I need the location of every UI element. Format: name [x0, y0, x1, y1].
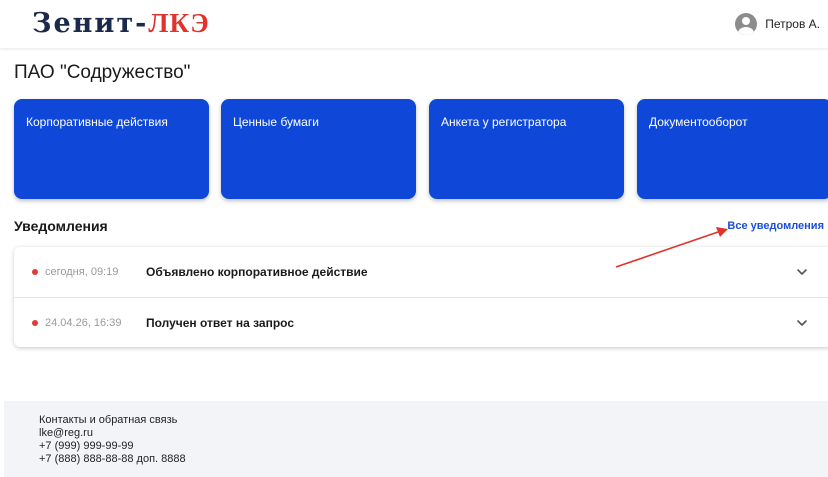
all-notifications-link[interactable]: Все уведомления	[727, 220, 824, 232]
footer-phone-2[interactable]: +7 (888) 888-88-88 доп. 8888	[39, 453, 828, 466]
tile-corporate-actions[interactable]: Корпоративные действия	[14, 99, 209, 199]
chevron-down-icon[interactable]	[796, 266, 808, 278]
footer-phone-1[interactable]: +7 (999) 999-99-99	[39, 440, 828, 453]
notification-text: Получен ответ на запрос	[146, 316, 295, 330]
notifications-list: сегодня, 09:19 Объявлено корпоративное д…	[14, 247, 828, 347]
user-avatar-icon[interactable]	[735, 13, 758, 35]
top-header: Зенит-ЛКЭ Петров А.	[0, 0, 828, 48]
footer-contacts: Контакты и обратная связь lke@reg.ru +7 …	[4, 401, 828, 477]
logo-text-lke: ЛКЭ	[148, 8, 210, 38]
tile-registrar-form[interactable]: Анкета у регистратора	[429, 99, 624, 199]
notification-row[interactable]: сегодня, 09:19 Объявлено корпоративное д…	[14, 247, 828, 297]
notifications-heading: Уведомления	[14, 218, 108, 234]
tile-document-flow[interactable]: Документооборот	[637, 99, 828, 199]
user-name[interactable]: Петров А.	[765, 17, 820, 31]
unread-dot-icon	[32, 320, 38, 326]
notification-time: сегодня, 09:19	[45, 266, 119, 278]
unread-dot-icon	[32, 269, 38, 275]
section-tiles: Корпоративные действия Ценные бумаги Анк…	[14, 99, 828, 200]
chevron-down-icon[interactable]	[796, 317, 808, 329]
notification-time: 24.04.26, 16:39	[45, 317, 122, 329]
company-title: ПАО "Содружество"	[14, 62, 191, 83]
logo-text-zenit: Зенит-	[32, 8, 149, 39]
notification-text: Объявлено корпоративное действие	[146, 265, 368, 279]
footer-title: Контакты и обратная связь	[39, 414, 178, 426]
notification-row[interactable]: 24.04.26, 16:39 Получен ответ на запрос	[14, 297, 828, 348]
footer-email[interactable]: lke@reg.ru	[39, 427, 828, 440]
user-menu[interactable]: Петров А.	[735, 12, 820, 36]
app-logo[interactable]: Зенит-ЛКЭ	[32, 8, 210, 39]
tile-securities[interactable]: Ценные бумаги	[221, 99, 416, 199]
